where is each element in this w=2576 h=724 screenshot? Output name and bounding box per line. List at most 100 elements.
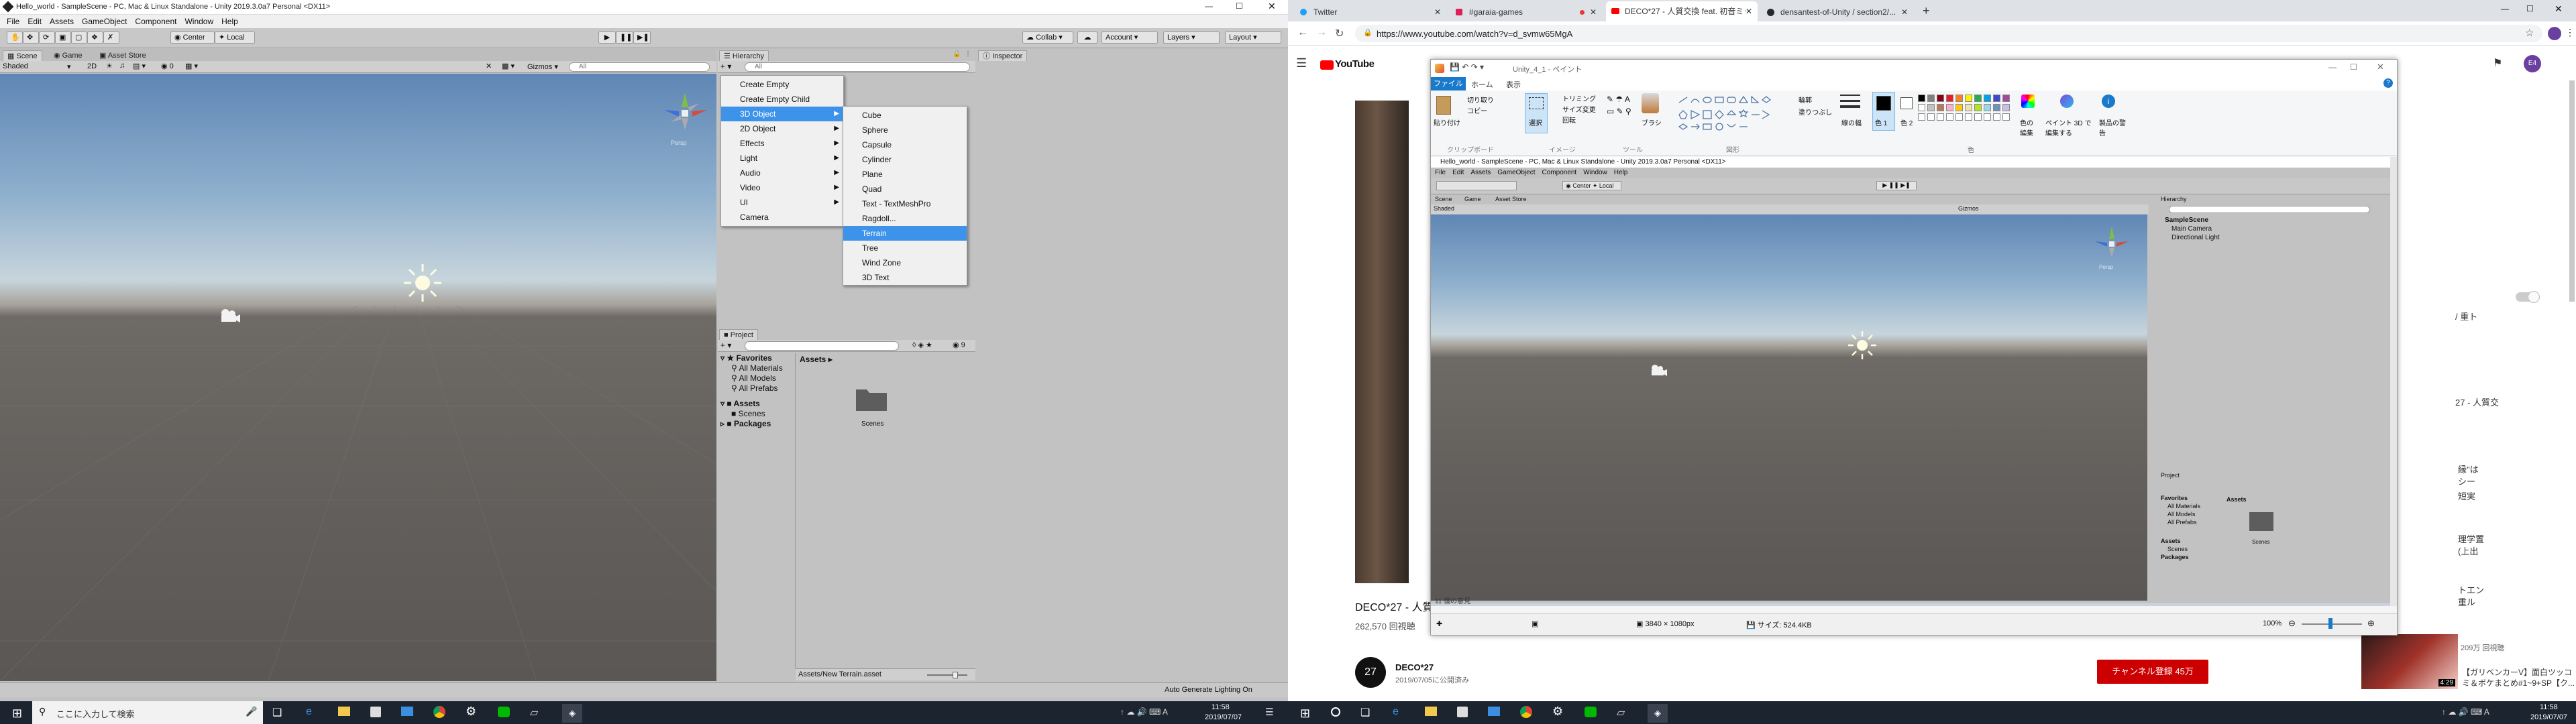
task-view-icon[interactable]: ❏ [1360,706,1370,719]
recommendation-title-1[interactable]: 【ガリベンカーV】面白ツッコ [2462,666,2572,678]
mail-icon[interactable] [1488,707,1500,716]
2d-toggle[interactable]: 2D [87,62,97,70]
browser-tab-garaia[interactable]: #garaia-games ✕ [1450,3,1602,21]
menu-2d-object[interactable]: 2D Object ▶ [721,121,843,136]
close-tab-icon[interactable]: ✕ [1745,1,1752,21]
paint-close-button[interactable]: ✕ [2377,62,2384,72]
menu-audio[interactable]: Audio ▶ [721,166,843,180]
channel-avatar[interactable]: 27 [1355,657,1386,688]
menu-light[interactable]: Light ▶ [721,151,843,166]
product-alert-icon[interactable]: i [2102,95,2115,108]
tab-asset-store[interactable]: ▣ Asset Store [95,50,150,61]
filter-icon[interactable]: ◊ ◈ ★ [912,341,932,349]
palette-swatch[interactable] [1984,104,1991,111]
menu-assets[interactable]: Assets [50,17,74,26]
unity-editor-icon[interactable]: ◈ [1648,704,1668,723]
back-icon[interactable]: ← [1297,27,1308,39]
assets-node[interactable]: ▿ ■ Assets [720,399,760,409]
services-button[interactable]: ☁ [1077,32,1097,44]
tools-icon[interactable]: ✕ [486,62,492,70]
camera-icon[interactable]: ▩ ▾ [502,62,515,70]
menu-text-meshpro[interactable]: Text - TextMeshPro [843,196,967,211]
palette-swatch[interactable] [2002,104,2010,111]
color2-swatch[interactable] [1900,97,1913,109]
menu-quad[interactable]: Quad [843,182,967,196]
palette-swatch[interactable] [1965,104,1972,111]
rotate-tool-button[interactable]: ⟳ [39,32,55,44]
browser-close-button[interactable]: ✕ [2555,3,2563,15]
unity-hub-icon[interactable]: ▱ [530,706,538,719]
rotate-button[interactable]: 回転 [1562,115,1576,125]
assets-breadcrumb[interactable]: Assets ▸ [800,355,833,364]
scene-view[interactable]: Persp [0,74,716,681]
address-bar[interactable]: 🔒 https://www.youtube.com/watch?v=d_svmw… [1355,25,2542,42]
fav-all-models[interactable]: ⚲ All Models [731,373,776,383]
recommendation-thumbnail[interactable]: 4:29 [2361,634,2458,689]
paint3d-label[interactable]: ペイント 3D で編集する [2045,117,2092,137]
menu-capsule[interactable]: Capsule [843,137,967,152]
palette-swatch[interactable] [1993,95,2000,102]
project-search-input[interactable] [745,341,899,351]
menu-cube[interactable]: Cube [843,108,967,123]
ribbon-tab-file[interactable]: ファイル [1431,77,1466,90]
shading-mode-dropdown[interactable]: Shaded ▾ [3,62,76,71]
pause-button[interactable]: ❚❚ [616,32,633,44]
main-camera-icon[interactable] [217,307,241,326]
clock-time[interactable]: 11:58 [2540,703,2558,711]
mail-icon[interactable] [401,707,413,716]
layers-button[interactable]: Layers ▾ [1163,32,1220,44]
directional-light-icon[interactable] [402,263,443,303]
reload-icon[interactable]: ↻ [1335,27,1344,40]
menu-plane[interactable]: Plane [843,167,967,182]
explorer-icon[interactable] [1425,707,1437,716]
tray-icons[interactable]: ↑ ☁ 🔊 ⌨ A [2442,707,2489,717]
menu-window[interactable]: Window [184,17,213,26]
menu-terrain[interactable]: Terrain [843,226,967,241]
eraser-icon[interactable]: ▭ ✎ ⚲ [1607,107,1631,116]
line-icon[interactable] [1585,707,1597,717]
bookmark-star-icon[interactable]: ☆ [2525,27,2534,39]
store-icon[interactable] [1457,707,1468,717]
palette-swatch[interactable] [1918,95,1925,102]
color2-label[interactable]: 色 2 [1900,117,1913,127]
palette-swatch[interactable] [1937,104,1944,111]
palette-swatch[interactable] [1974,113,1982,121]
palette-swatch[interactable] [1955,113,1963,121]
line-icon[interactable] [498,707,510,717]
youtube-logo-text[interactable]: YouTube [1335,58,1375,70]
settings-icon[interactable]: ⚙ [466,705,476,719]
palette-swatch[interactable] [1927,95,1935,102]
paste-label[interactable]: 貼り付け [1434,117,1460,127]
menu-file[interactable]: File [7,17,19,26]
new-tab-button[interactable]: + [1923,4,1930,18]
pivot-center-button[interactable]: ◉ Center [170,32,215,44]
account-avatar[interactable]: E4 [2524,55,2541,72]
tray-icons[interactable]: ↑ ☁ 🔊 ⌨ A [1120,707,1168,717]
paint-maximize-button[interactable]: ☐ [2350,62,2357,72]
chrome-icon[interactable] [1520,706,1532,718]
edit-colors-label[interactable]: 色の編集 [2020,117,2037,137]
tab-hierarchy[interactable]: ☰ Hierarchy [719,50,769,61]
menu-cylinder[interactable]: Cylinder [843,152,967,167]
ribbon-tab-view[interactable]: 表示 [1506,79,1521,90]
slider-thumb[interactable] [953,672,958,678]
palette-swatch[interactable] [1984,95,1991,102]
create-button[interactable]: + ▾ [720,62,731,71]
palette-swatch[interactable] [1955,95,1963,102]
step-button[interactable]: ▶❚ [633,32,651,44]
inner-unity-screenshot[interactable]: Hello_world - SampleScene - PC, Mac & Li… [1431,157,2397,603]
layout-button[interactable]: Layout ▾ [1225,32,1281,44]
orientation-gizmo[interactable] [655,87,715,141]
menu-wind-zone[interactable]: Wind Zone [843,255,967,270]
hand-tool-button[interactable]: ✋ [7,32,23,44]
outline-button[interactable]: 輪郭 [1799,95,1812,105]
unity-editor-icon[interactable]: ◈ [562,704,582,723]
browser-tab-twitter[interactable]: Twitter ✕ [1295,3,1446,21]
favorites-node[interactable]: ▿ ★ Favorites [720,353,772,363]
scenes-folder-icon[interactable] [855,385,888,412]
ribbon-tab-home[interactable]: ホーム [1471,79,1493,90]
local-global-button[interactable]: ✦ Local [215,32,255,44]
palette-swatch[interactable] [1946,95,1953,102]
custom-tool-button[interactable]: ✗ [103,32,119,44]
palette-swatch[interactable] [1993,104,2000,111]
